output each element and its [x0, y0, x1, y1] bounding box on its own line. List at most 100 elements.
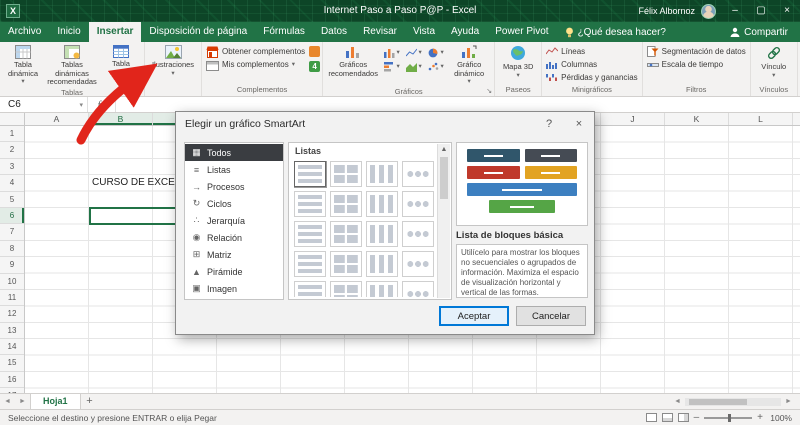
row-header-16[interactable]: 16	[0, 372, 24, 388]
row-header-11[interactable]: 11	[0, 290, 24, 306]
recommended-charts-button[interactable]: Gráficos recomendados	[325, 43, 381, 86]
normal-view-icon[interactable]	[646, 413, 657, 422]
smartart-thumbnail[interactable]	[366, 161, 398, 187]
row-header-4[interactable]: 4	[0, 175, 24, 191]
hscroll-right-icon[interactable]: ►	[781, 394, 796, 409]
row-header-6[interactable]: 6	[0, 208, 24, 224]
smartart-category-relación[interactable]: ◉Relación	[185, 229, 283, 246]
pie-chart-button[interactable]: ▾	[425, 46, 446, 59]
column-header-A[interactable]: A	[25, 113, 89, 125]
smartart-thumbnail[interactable]	[294, 191, 326, 217]
zoom-in-button[interactable]: +	[757, 411, 763, 425]
formula-input[interactable]	[116, 97, 800, 112]
smartart-category-listas[interactable]: ≡Listas	[185, 161, 283, 178]
bar-chart-button[interactable]: ▾	[381, 60, 402, 73]
map-3d-button[interactable]: Mapa 3D ▾	[497, 43, 539, 84]
smartart-thumbnail[interactable]	[294, 221, 326, 247]
page-layout-view-icon[interactable]	[662, 413, 673, 422]
minimize-button[interactable]: –	[722, 0, 748, 22]
my-addins-button[interactable]: Mis complementos ▾	[204, 58, 307, 71]
smartart-category-imagen[interactable]: ▣Imagen	[185, 280, 283, 297]
row-header-3[interactable]: 3	[0, 159, 24, 175]
row-header-2[interactable]: 2	[0, 142, 24, 158]
smartart-category-todos[interactable]: ▦Todos	[185, 144, 283, 161]
ribbon-tab-insertar[interactable]: Insertar	[89, 22, 142, 42]
add-sheet-button[interactable]: +	[81, 394, 99, 409]
line-chart-button[interactable]: ▾	[403, 46, 424, 59]
sheet-nav-right-icon[interactable]: ►	[15, 394, 30, 409]
sheet-tab-hoja1[interactable]: Hoja1	[30, 394, 81, 409]
row-header-15[interactable]: 15	[0, 355, 24, 371]
page-break-view-icon[interactable]	[678, 413, 689, 422]
timeline-button[interactable]: Escala de tiempo	[645, 58, 748, 71]
smartart-thumbnail[interactable]	[402, 281, 434, 297]
slicer-button[interactable]: Segmentación de datos	[645, 45, 748, 58]
smartart-thumbnail[interactable]	[366, 281, 398, 297]
accept-button[interactable]: Aceptar	[439, 306, 509, 326]
row-header-8[interactable]: 8	[0, 241, 24, 257]
row-header-7[interactable]: 7	[0, 224, 24, 240]
addin-badge-icon[interactable]: 4	[309, 61, 320, 72]
zoom-out-button[interactable]: –	[694, 411, 700, 425]
scrollbar-thumb[interactable]	[440, 157, 448, 199]
ribbon-tab-inicio[interactable]: Inicio	[49, 22, 88, 42]
smartart-thumbnail[interactable]	[294, 281, 326, 297]
sparkline-line-button[interactable]: Líneas	[544, 45, 640, 58]
ribbon-tab-datos[interactable]: Datos	[313, 22, 355, 42]
row-header-13[interactable]: 13	[0, 323, 24, 339]
name-box[interactable]: C6 ▾	[0, 97, 88, 112]
row-header-1[interactable]: 1	[0, 126, 24, 142]
smartart-thumbnail[interactable]	[294, 251, 326, 277]
smartart-thumbnail[interactable]	[330, 221, 362, 247]
smartart-thumbnail[interactable]	[330, 161, 362, 187]
column-header-B[interactable]: B	[89, 113, 153, 125]
row-header-12[interactable]: 12	[0, 306, 24, 322]
ribbon-tab-power-pivot[interactable]: Power Pivot	[487, 22, 556, 42]
column-header-L[interactable]: L	[729, 113, 793, 125]
smartart-thumbnail[interactable]	[402, 161, 434, 187]
dialog-titlebar[interactable]: Elegir un gráfico SmartArt ? ×	[176, 112, 594, 136]
ribbon-tab-vista[interactable]: Vista	[405, 22, 443, 42]
row-header-9[interactable]: 9	[0, 257, 24, 273]
smartart-thumbnail[interactable]	[294, 161, 326, 187]
zoom-slider-thumb[interactable]	[728, 414, 731, 422]
sparkline-column-button[interactable]: Columnas	[544, 58, 640, 71]
ribbon-tab-fórmulas[interactable]: Fórmulas	[255, 22, 313, 42]
get-addins-button[interactable]: Obtener complementos	[204, 45, 307, 58]
recommended-pivot-tables-button[interactable]: Tablas dinámicas recomendadas	[44, 43, 100, 87]
dialog-launcher-icon[interactable]: ↘	[486, 87, 492, 97]
smartart-thumbnail[interactable]	[330, 281, 362, 297]
gallery-scrollbar[interactable]: ▲	[437, 144, 450, 298]
scroll-up-icon[interactable]: ▲	[438, 144, 450, 156]
scatter-chart-button[interactable]: ▾	[425, 60, 446, 73]
sparkline-winloss-button[interactable]: Pérdidas y ganancias	[544, 71, 640, 84]
smartart-category-pirámide[interactable]: ▲Pirámide	[185, 263, 283, 280]
smartart-category-matriz[interactable]: ⊞Matriz	[185, 246, 283, 263]
dialog-close-button[interactable]: ×	[564, 112, 594, 136]
share-button[interactable]: Compartir	[718, 22, 800, 42]
smartart-thumbnail[interactable]	[330, 251, 362, 277]
link-button[interactable]: Vínculo ▾	[753, 43, 795, 84]
smartart-thumbnail[interactable]	[366, 251, 398, 277]
hscroll-thumb[interactable]	[689, 399, 747, 405]
dialog-help-button[interactable]: ?	[534, 112, 564, 136]
hscroll-left-icon[interactable]: ◄	[670, 394, 685, 409]
ribbon-tab-ayuda[interactable]: Ayuda	[443, 22, 487, 42]
insert-table-button[interactable]: Tabla	[100, 43, 142, 87]
smartart-thumbnail[interactable]	[402, 221, 434, 247]
pivot-chart-button[interactable]: Gráfico dinámico ▾	[446, 43, 492, 86]
zoom-level[interactable]: 100%	[768, 413, 792, 423]
smartart-thumbnail[interactable]	[366, 191, 398, 217]
tell-me-search[interactable]: ¿Qué desea hacer?	[557, 22, 674, 42]
ribbon-tab-disposición-de-página[interactable]: Disposición de página	[141, 22, 255, 42]
area-chart-button[interactable]: ▾	[403, 60, 424, 73]
illustrations-button[interactable]: Ilustraciones ▾	[147, 43, 199, 96]
close-button[interactable]: ×	[774, 0, 800, 22]
smartart-thumbnail[interactable]	[402, 191, 434, 217]
row-header-5[interactable]: 5	[0, 192, 24, 208]
smartart-thumbnail[interactable]	[330, 191, 362, 217]
smartart-category-ciclos[interactable]: ↻Ciclos	[185, 195, 283, 212]
pivot-table-button[interactable]: Tabla dinámica ▾	[2, 43, 44, 87]
row-header-14[interactable]: 14	[0, 339, 24, 355]
horizontal-scrollbar[interactable]: ◄ ►	[670, 394, 800, 409]
